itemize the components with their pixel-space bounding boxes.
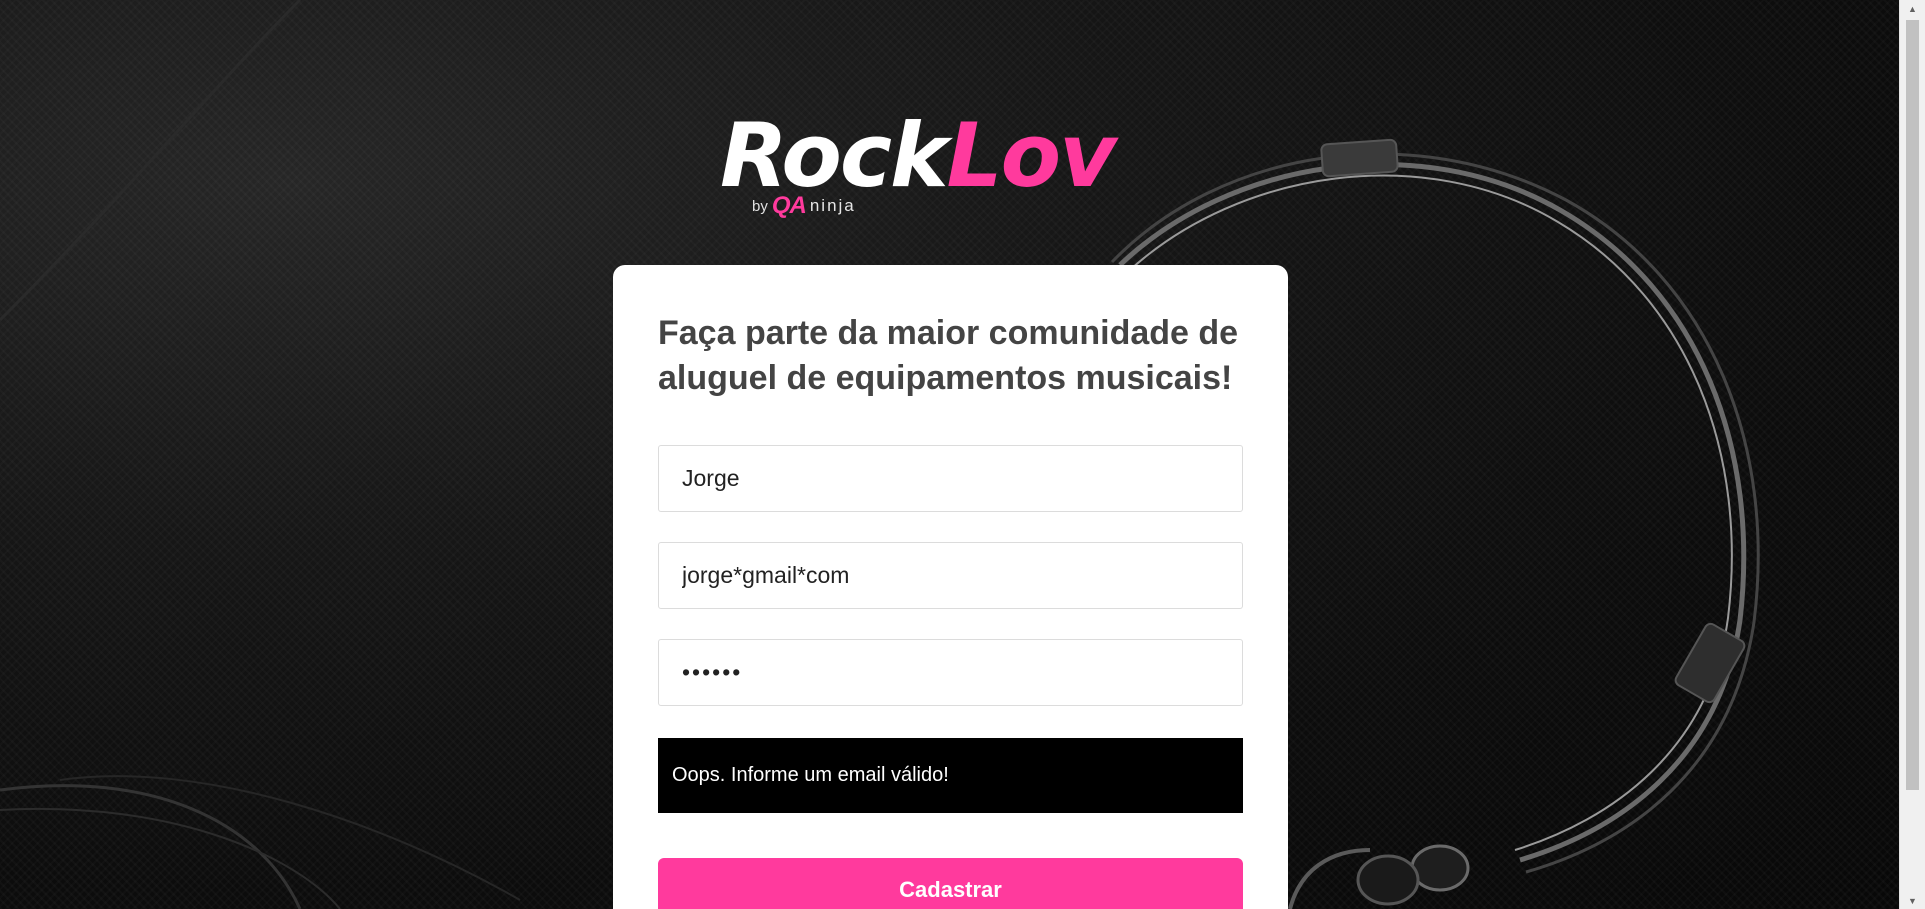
logo-ninja-text: ninja bbox=[809, 196, 856, 215]
password-input[interactable] bbox=[658, 639, 1243, 706]
logo-byline: by QA ninja bbox=[752, 192, 856, 220]
logo-lov-text: Lov bbox=[946, 104, 1117, 207]
arrow-down-icon[interactable]: ▼ bbox=[1900, 892, 1925, 909]
error-alert: Oops. Informe um email válido! bbox=[658, 738, 1243, 813]
vertical-scrollbar[interactable]: ▲ ▼ bbox=[1899, 0, 1925, 909]
email-input[interactable] bbox=[658, 542, 1243, 609]
arrow-up-icon[interactable]: ▲ bbox=[1900, 0, 1925, 17]
qa-ninja-logo-icon: QA bbox=[771, 192, 807, 219]
logo-by-text: by bbox=[752, 197, 768, 215]
cadastrar-button[interactable]: Cadastrar bbox=[658, 858, 1243, 909]
error-alert-text: Oops. Informe um email válido! bbox=[672, 764, 949, 786]
logo-wordmark: RockLov bbox=[720, 112, 1116, 200]
signup-page: RockLov by QA ninja Faça parte da maior … bbox=[0, 0, 1925, 909]
scrollbar-thumb[interactable] bbox=[1906, 20, 1919, 790]
signup-card: Faça parte da maior comunidade de alugue… bbox=[613, 265, 1288, 909]
name-input[interactable] bbox=[658, 445, 1243, 512]
rocklov-logo: RockLov by QA ninja bbox=[720, 112, 1180, 222]
page-title: Faça parte da maior comunidade de alugue… bbox=[658, 314, 1239, 397]
